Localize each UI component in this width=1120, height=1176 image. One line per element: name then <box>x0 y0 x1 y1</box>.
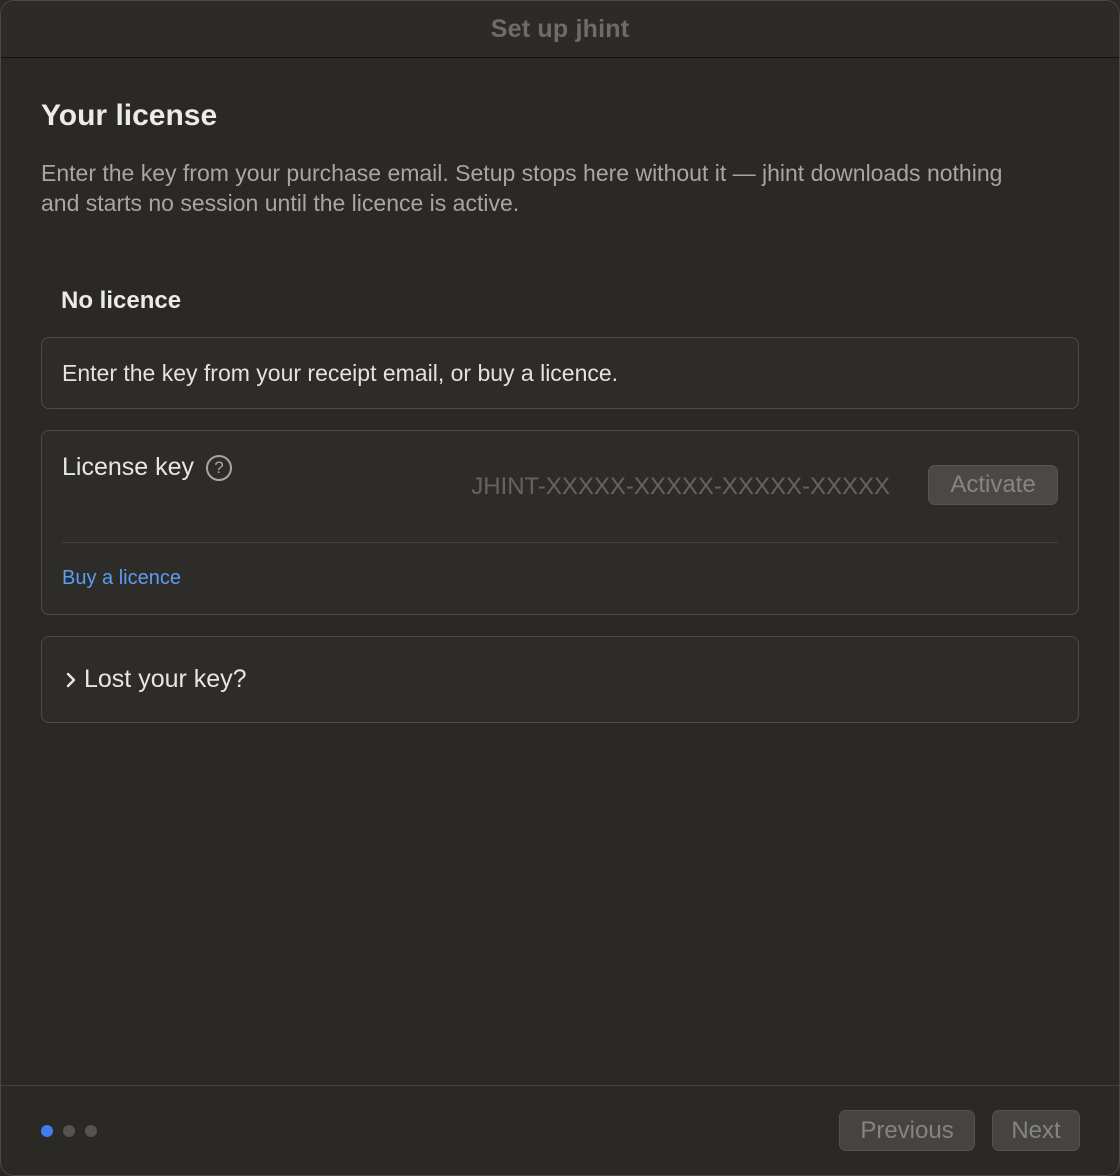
divider <box>62 542 1058 543</box>
setup-window: Set up jhint Your license Enter the key … <box>0 0 1120 1176</box>
lost-key-label: Lost your key? <box>84 665 247 693</box>
licence-status-message: Enter the key from your receipt email, o… <box>62 359 619 386</box>
activate-button[interactable]: Activate <box>928 465 1058 505</box>
footer-bar: Previous Next <box>1 1085 1119 1175</box>
licence-status-box: Enter the key from your receipt email, o… <box>41 337 1079 409</box>
window-title: Set up jhint <box>490 14 630 43</box>
previous-button[interactable]: Previous <box>839 1110 975 1151</box>
next-button[interactable]: Next <box>992 1110 1080 1151</box>
step-dot-1 <box>41 1125 53 1137</box>
licence-section: No licence Enter the key from your recei… <box>41 286 1079 723</box>
lost-key-disclosure[interactable]: Lost your key? <box>41 636 1079 723</box>
step-dot-2 <box>63 1125 75 1137</box>
license-key-label: License key <box>62 453 195 481</box>
title-bar: Set up jhint <box>1 1 1119 58</box>
step-dot-3 <box>85 1125 97 1137</box>
page-title: Your license <box>41 99 218 132</box>
licence-status-heading: No licence <box>61 287 182 314</box>
chevron-right-icon <box>62 668 80 692</box>
license-key-label-row: License key ? <box>62 453 233 482</box>
question-circle-icon[interactable]: ? <box>206 454 233 481</box>
license-key-input[interactable] <box>422 467 892 507</box>
step-indicator <box>41 1125 97 1137</box>
buy-licence-link[interactable]: Buy a licence <box>62 567 181 590</box>
page-content: Your license Enter the key from your pur… <box>1 58 1119 218</box>
page-intro: Enter the key from your purchase email. … <box>41 160 1003 216</box>
license-key-box: License key ? Activate Buy a licence <box>41 430 1079 615</box>
